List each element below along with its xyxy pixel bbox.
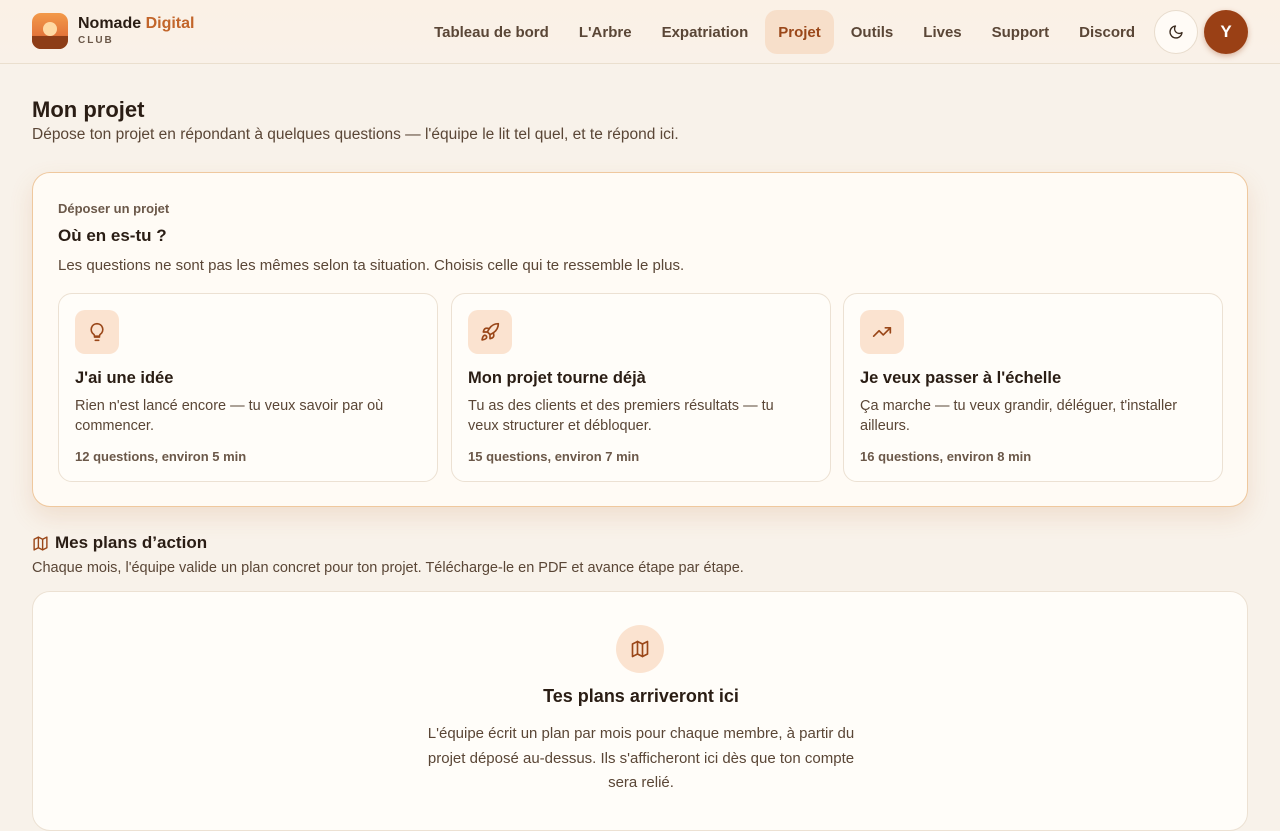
page-title: Mon projet [32,97,145,122]
choice-meta: 12 questions, environ 5 min [75,449,247,464]
plans-description: Chaque mois, l'équipe valide un plan con… [32,560,744,576]
nav-item-outils[interactable]: Outils [838,10,907,54]
brand-subtitle: CLUB [78,35,114,46]
empty-state-description: L'équipe écrit un plan par mois pour cha… [427,725,855,791]
choice-title: J'ai une idée [75,369,174,387]
choice-description: Ça marche — tu veux grandir, déléguer, t… [860,398,1178,434]
nav-item-projet[interactable]: Projet [765,10,834,54]
choice-description: Tu as des clients et des premiers résult… [468,398,774,434]
plans-title: Mes plans d’action [55,533,208,552]
choice-title: Je veux passer à l'échelle [860,369,1062,387]
deposit-eyebrow: Déposer un projet [58,201,170,216]
nav-item-discord[interactable]: Discord [1066,10,1148,54]
deposit-project-card: Déposer un projet Où en es-tu ? Les ques… [32,172,1248,507]
choice-meta: 15 questions, environ 7 min [468,449,640,464]
map-icon [33,535,48,551]
plans-empty-state-card: Tes plans arriveront ici L'équipe écrit … [32,591,1248,831]
top-navigation-bar: Nomade Digital CLUB Tableau de bord L'Ar… [0,0,1280,64]
choice-description: Rien n'est lancé encore — tu veux savoir… [75,398,384,434]
user-avatar-button[interactable]: Y [1204,10,1248,54]
nav-item-lives[interactable]: Lives [910,10,974,54]
nav-item-tableau-de-bord[interactable]: Tableau de bord [421,10,562,54]
brand-logo-link[interactable]: Nomade Digital CLUB [32,13,194,49]
theme-toggle-button[interactable] [1154,10,1198,54]
main-nav: Tableau de bord L'Arbre Expatriation Pro… [421,10,1148,54]
rocket-icon [468,310,512,354]
choice-idea-card[interactable]: J'ai une idée Rien n'est lancé encore — … [58,293,438,482]
nav-item-arbre[interactable]: L'Arbre [566,10,645,54]
trending-up-icon [860,310,904,354]
brand-title: Nomade Digital [78,15,195,32]
nav-item-expatriation[interactable]: Expatriation [649,10,762,54]
deposit-description: Les questions ne sont pas les mêmes selo… [58,257,685,274]
lightbulb-icon [75,310,119,354]
choice-scale-card[interactable]: Je veux passer à l'échelle Ça marche — t… [843,293,1223,482]
choice-meta: 16 questions, environ 8 min [860,449,1032,464]
moon-icon [1169,25,1183,39]
sunset-logo-icon [32,13,68,49]
choice-running-card[interactable]: Mon projet tourne déjà Tu as des clients… [451,293,831,482]
empty-state-title: Tes plans arriveront ici [543,686,739,706]
choice-title: Mon projet tourne déjà [468,369,646,387]
nav-item-support[interactable]: Support [979,10,1063,54]
plans-section-header: Mes plans d’action [32,533,207,553]
map-icon [616,625,664,673]
deposit-title: Où en es-tu ? [58,226,167,245]
page-subtitle: Dépose ton projet en répondant à quelque… [32,126,679,143]
